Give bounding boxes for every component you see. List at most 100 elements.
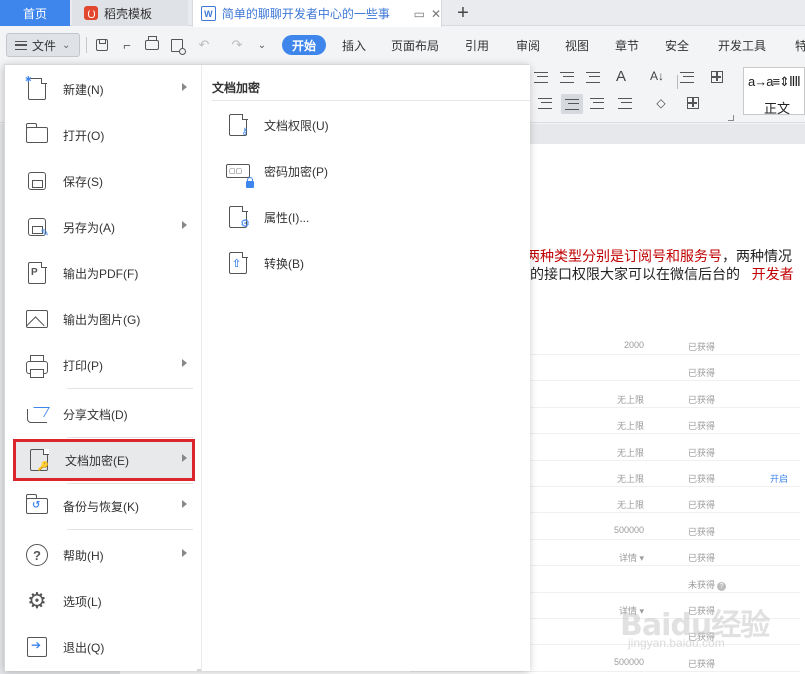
menu-item-save[interactable]: 保存(S) xyxy=(13,162,193,200)
table-cell-value: 无上限 xyxy=(616,395,644,405)
menu-separator xyxy=(67,437,193,438)
tab-close-icon[interactable]: ✕ xyxy=(431,7,441,21)
table-borders-icon[interactable] xyxy=(684,95,702,111)
text-cursor xyxy=(677,75,678,89)
table-cell-value: 500000 xyxy=(613,657,644,667)
menu-item-print[interactable]: 打印(P) xyxy=(13,346,193,384)
file-menu-label: 文件 xyxy=(32,38,57,53)
format-painter-icon[interactable]: ⌐ xyxy=(118,36,136,54)
help-icon: ? xyxy=(25,543,49,567)
submenu-item-properties[interactable]: ⚙ 属性(I)... xyxy=(226,202,506,232)
save-icon[interactable] xyxy=(93,36,111,54)
exit-icon xyxy=(25,635,49,659)
table-cell-status: 已获得 xyxy=(688,553,716,563)
menu-item-options[interactable]: ⚙ 选项(L) xyxy=(13,582,193,620)
baidu-watermark-url: jingyan.baidu.com xyxy=(628,636,725,650)
ribbon-tab-start[interactable]: 开始 xyxy=(282,35,326,55)
table-cell-value: 详情 ▾ xyxy=(618,553,644,563)
new-tab-icon[interactable]: + xyxy=(452,0,474,26)
menu-item-export-pdf[interactable]: P 输出为PDF(F) xyxy=(13,254,193,292)
undo-icon[interactable]: ↶ xyxy=(195,36,213,54)
submenu-arrow-icon xyxy=(182,454,187,462)
menu-item-exit[interactable]: 退出(Q) xyxy=(13,628,193,666)
submenu-title: 文档加密 xyxy=(212,81,261,95)
paragraph-dialog-launcher-icon[interactable] xyxy=(728,115,734,121)
table-cell-status: 已获得 xyxy=(688,527,716,537)
align-right-icon[interactable] xyxy=(536,95,554,111)
password-encrypt-icon: ▢▢ xyxy=(226,158,254,188)
menu-item-help[interactable]: ? 帮助(H) xyxy=(13,536,193,574)
submenu-item-password-encrypt[interactable]: ▢▢ 密码加密(P) xyxy=(226,156,506,188)
tab-bar: 首页 稻壳模板 W 简单的聊聊开发者中心的一些事 ▭ ✕ + xyxy=(0,0,805,27)
print-icon[interactable] xyxy=(143,36,161,54)
table-cell-value: 2000 xyxy=(623,340,644,350)
export-pdf-icon: P xyxy=(25,261,49,285)
document-permission-icon: ⚷ xyxy=(226,112,250,138)
tab-template[interactable]: 稻壳模板 xyxy=(72,0,188,26)
menu-separator xyxy=(67,483,193,484)
table-cell-status: 已获得 xyxy=(688,448,716,458)
export-image-icon xyxy=(25,307,49,331)
menu-item-new[interactable]: ✱ 新建(N) xyxy=(13,70,193,108)
table-cell-value: 500000 xyxy=(613,525,644,535)
redo-icon[interactable]: ↷ xyxy=(228,36,246,54)
table-cell-status: 已获得 xyxy=(688,395,716,405)
table-cell-enable-link[interactable]: 开启 xyxy=(770,472,788,485)
sort-icon[interactable]: A↓ xyxy=(648,68,666,84)
shading-fill-icon[interactable]: ◇ xyxy=(652,95,670,111)
quick-access-divider xyxy=(86,37,87,53)
menu-item-document-encrypt[interactable]: 🔑 文档加密(E) xyxy=(13,439,195,481)
table-cell-value: 无上限 xyxy=(616,500,644,510)
ribbon-tab-special[interactable]: 特 xyxy=(795,37,805,54)
save-disk-icon xyxy=(25,169,49,193)
tab-home-label: 首页 xyxy=(22,6,47,21)
submenu-item-document-permission[interactable]: ⚷ 文档权限(U) xyxy=(226,110,506,140)
encrypt-submenu: 文档加密 ⚷ 文档权限(U) ▢▢ 密码加密(P) ⚙ 属性(I)... ⇧ 转… xyxy=(201,65,530,671)
bullet-list-icon[interactable] xyxy=(532,69,550,85)
ribbon-menu-row: 文件 ⌄ ⌐ ↶ ↷ ⌄ 开始 插入 页面布局 引用 审阅 视图 章节 安全 开… xyxy=(0,27,805,63)
distributed-align-icon[interactable] xyxy=(588,95,606,111)
ribbon-tab-page-layout[interactable]: 页面布局 xyxy=(391,37,439,54)
ribbon-tab-review[interactable]: 审阅 xyxy=(516,37,540,54)
increase-indent-icon[interactable] xyxy=(584,69,602,85)
file-menu-list: ✱ 新建(N) 打开(O) 保存(S) ✎ 另存为(A) P 输出为PDF(F)… xyxy=(5,65,197,671)
style-gallery[interactable]: a→a≡⇕ⅡⅡ 正文 xyxy=(743,67,805,116)
tab-window-icon[interactable]: ▭ xyxy=(414,7,425,21)
menu-item-open[interactable]: 打开(O) xyxy=(13,116,193,154)
table-cell-status: 已获得 xyxy=(688,500,716,510)
tab-home[interactable]: 首页 xyxy=(0,0,70,26)
menu-item-backup-restore[interactable]: ↺ 备份与恢复(K) xyxy=(13,487,193,525)
paragraph-spacing-icon[interactable] xyxy=(616,95,634,111)
ribbon-tab-chapter[interactable]: 章节 xyxy=(615,37,639,54)
ribbon-tab-references[interactable]: 引用 xyxy=(465,37,489,54)
submenu-item-convert[interactable]: ⇧ 转换(B) xyxy=(226,248,506,278)
menu-item-export-image[interactable]: 输出为图片(G) xyxy=(13,300,193,338)
menu-item-save-as[interactable]: ✎ 另存为(A) xyxy=(13,208,193,246)
menu-item-share[interactable]: 分享文档(D) xyxy=(13,395,193,433)
decrease-indent-icon[interactable] xyxy=(558,69,576,85)
ribbon-tab-security[interactable]: 安全 xyxy=(665,37,689,54)
print-preview-icon[interactable] xyxy=(168,36,186,55)
ribbon-tab-view[interactable]: 视图 xyxy=(565,37,589,54)
document-line-2: 的接口权限大家可以在微信后台的 开发者 xyxy=(530,266,794,282)
ribbon-tab-developer[interactable]: 开发工具 xyxy=(718,37,766,54)
table-cell-value: 无上限 xyxy=(616,474,644,484)
tab-template-label: 稻壳模板 xyxy=(104,6,153,21)
submenu-arrow-icon xyxy=(182,221,187,229)
customize-toolbar-icon[interactable]: ⌄ xyxy=(253,36,271,54)
chevron-down-icon: ⌄ xyxy=(62,39,71,51)
justify-icon[interactable] xyxy=(561,94,583,114)
table-cell-status: 已获得 xyxy=(688,659,716,669)
font-size-icon[interactable]: A xyxy=(612,68,630,85)
table-cell-status: 已获得 xyxy=(688,342,716,352)
file-menu-button[interactable]: 文件 ⌄ xyxy=(6,33,80,57)
ribbon-tab-insert[interactable]: 插入 xyxy=(342,37,366,54)
backup-restore-icon: ↺ xyxy=(25,494,49,518)
tab-document[interactable]: W 简单的聊聊开发者中心的一些事 ▭ ✕ xyxy=(192,0,442,27)
document-line-1: 两种类型分别是订阅号和服务号，两种情况 xyxy=(526,248,792,264)
convert-icon: ⇧ xyxy=(226,250,250,276)
line-spacing-icon[interactable] xyxy=(678,69,696,85)
table-cell-value: 无上限 xyxy=(616,448,644,458)
help-question-icon[interactable]: ? xyxy=(717,582,727,591)
borders-icon[interactable] xyxy=(708,69,726,85)
